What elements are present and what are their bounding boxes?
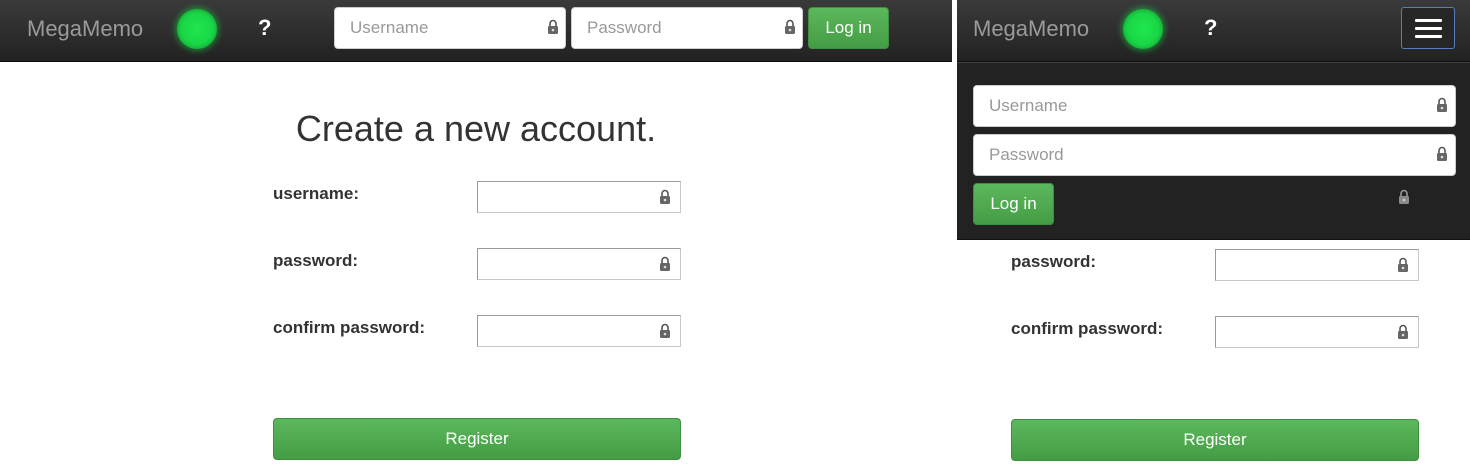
page-title: Create a new account. <box>295 108 657 149</box>
password-label: password: <box>1011 252 1097 271</box>
login-button[interactable]: Log in <box>808 7 889 49</box>
confirm-password-label: confirm password: <box>273 318 426 337</box>
password-input[interactable] <box>571 7 803 49</box>
status-indicator-icon <box>177 9 217 49</box>
register-username-input[interactable] <box>477 181 681 213</box>
password-input[interactable] <box>973 134 1456 176</box>
brand-logo[interactable]: MegaMemo <box>973 16 1089 42</box>
help-link[interactable]: ? <box>1204 15 1217 41</box>
menu-toggle-button[interactable] <box>1401 7 1455 49</box>
navbar-collapse-menu: Log in <box>957 62 1470 240</box>
confirm-password-label: confirm password: <box>1011 319 1164 338</box>
brand-logo[interactable]: MegaMemo <box>27 16 143 42</box>
register-password-input[interactable] <box>477 248 681 280</box>
username-label: username: <box>273 184 359 203</box>
help-link[interactable]: ? <box>258 15 271 41</box>
menu-icon <box>1415 19 1442 22</box>
desktop-view: MegaMemo ? Log in Create a new account. … <box>0 0 952 469</box>
mobile-view: password: confirm password: Register Meg… <box>957 0 1470 469</box>
status-indicator-icon <box>1123 9 1163 49</box>
confirm-password-input[interactable] <box>477 315 681 347</box>
username-input[interactable] <box>334 7 566 49</box>
password-label: password: <box>273 251 359 270</box>
username-input[interactable] <box>973 85 1456 127</box>
register-button[interactable]: Register <box>273 418 681 460</box>
login-button[interactable]: Log in <box>973 183 1054 225</box>
navbar: MegaMemo ? <box>957 0 1470 62</box>
lock-icon <box>1399 189 1409 204</box>
confirm-password-input[interactable] <box>1215 316 1419 348</box>
navbar: MegaMemo ? Log in <box>0 0 952 62</box>
register-password-input[interactable] <box>1215 249 1419 281</box>
register-button[interactable]: Register <box>1011 419 1419 461</box>
